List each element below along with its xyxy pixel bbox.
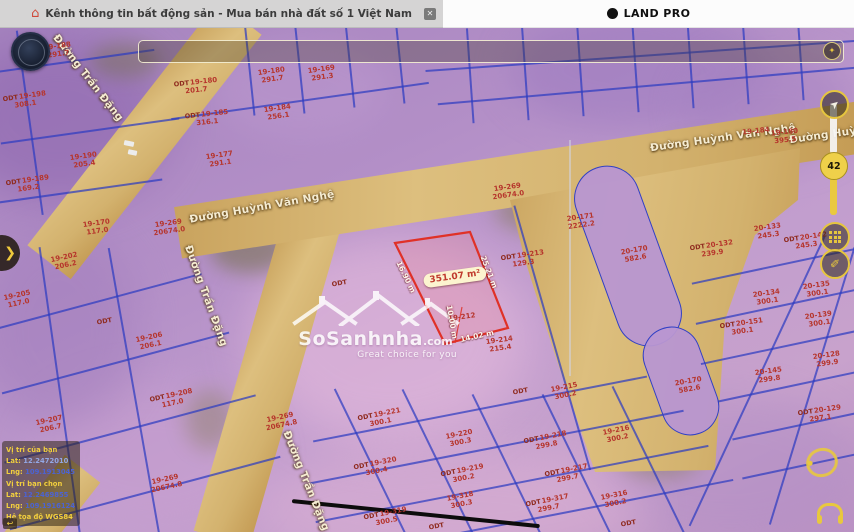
app-logo [11, 32, 50, 71]
picked-location-title: Vị trí bạn chọn [6, 479, 76, 490]
land-pro-title: LAND PRO [624, 7, 691, 20]
back-button[interactable]: ↩ [3, 518, 17, 529]
your-location-title: Vị trí của bạn [6, 445, 76, 456]
browser-tab[interactable]: ⌂ Kênh thông tin bất động sản - Mua bán … [0, 0, 443, 28]
lat-label: Lat: [6, 457, 21, 465]
favicon-house-icon: ⌂ [31, 7, 39, 20]
browser-tab-bar: ⌂ Kênh thông tin bất động sản - Mua bán … [0, 0, 854, 28]
zoom-slider-thumb[interactable]: 42 [820, 152, 848, 180]
tab-title: Kênh thông tin bất động sản - Mua bán nh… [45, 8, 412, 20]
lng-value: 109.1913045 [25, 468, 75, 476]
coordinates-panel: Vị trí của bạn Lat: 12.2472010 Lng: 109.… [2, 441, 80, 526]
chevron-right-icon: ❯ [4, 245, 16, 261]
search-input[interactable]: ✦ [138, 40, 844, 63]
lat-value: 12.2472010 [23, 457, 68, 465]
watermark-brand: SoSanhnha [298, 328, 423, 350]
map-canvas[interactable]: 351.07 m² SoSanhnha.com Great choice for… [0, 28, 854, 532]
lng-picked-value: 109.1916124 [25, 502, 75, 510]
watermark: SoSanhnha.com Great choice for you [288, 290, 463, 360]
lng-label: Lng: [6, 468, 23, 476]
search-bar-icon[interactable]: ✦ [823, 42, 841, 60]
layers-grid-button[interactable] [820, 222, 850, 252]
lat-picked-value: 12.2469855 [23, 491, 68, 499]
watermark-slogan: Great choice for you [288, 350, 463, 360]
lng-label: Lng: [6, 502, 23, 510]
lat-label: Lat: [6, 491, 21, 499]
watermark-tld: .com [423, 335, 453, 348]
land-pro-logo-icon [607, 8, 618, 19]
parcel-label: 19-180395.5 [771, 128, 800, 146]
draw-measure-button[interactable]: ✐ [820, 249, 850, 279]
back-arrow-icon: ↩ [7, 519, 14, 528]
tab-close-icon[interactable]: ✕ [424, 8, 436, 20]
support-headset-icon[interactable] [817, 503, 843, 518]
pen-icon: ✐ [830, 257, 840, 271]
grid-icon [829, 231, 841, 243]
watermark-roofs-icon [291, 290, 461, 326]
zoom-slider-track-bottom[interactable] [830, 177, 837, 215]
screen: ⌂ Kênh thông tin bất động sản - Mua bán … [0, 0, 854, 532]
tab-land-pro[interactable]: LAND PRO [443, 0, 854, 28]
zoom-level-value: 42 [827, 161, 840, 172]
my-location-button[interactable]: ➤ [820, 90, 849, 119]
location-arrow-icon: ➤ [827, 97, 842, 113]
